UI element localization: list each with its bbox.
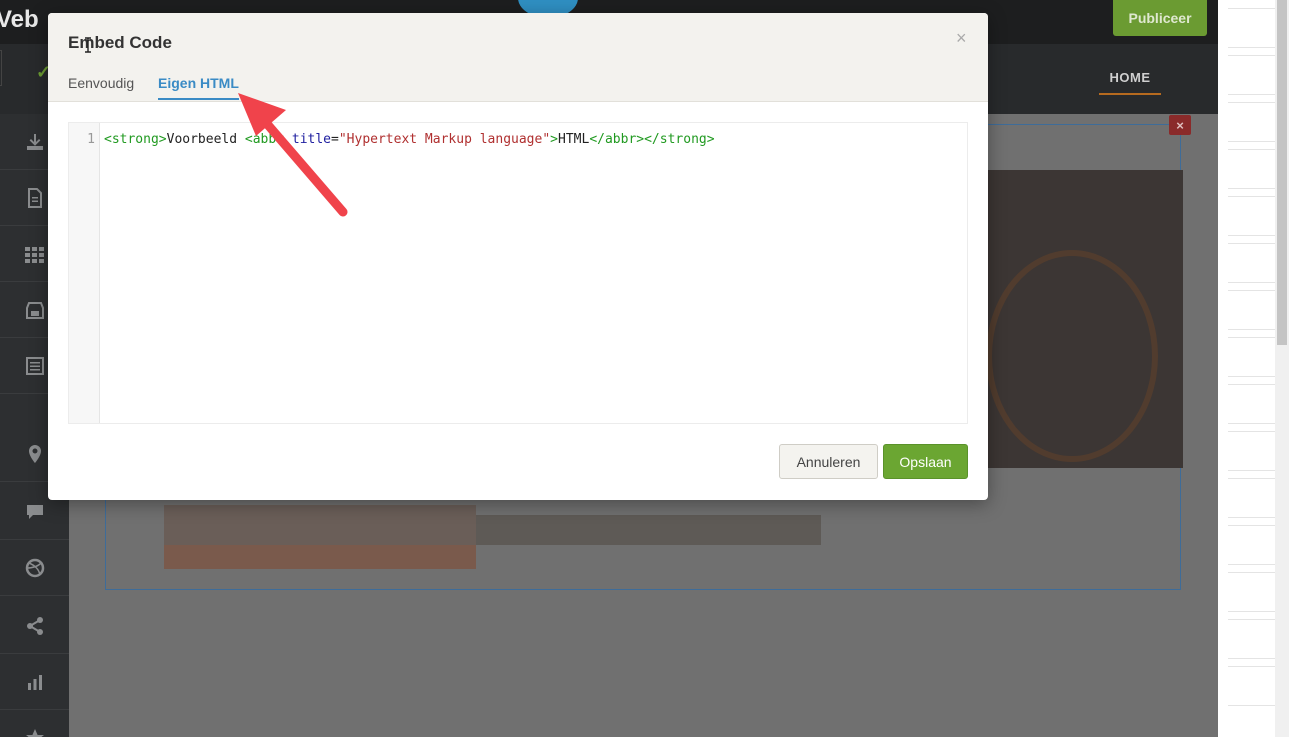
line-number: 1 [87, 132, 95, 147]
share-icon [26, 616, 43, 635]
panel-row[interactable] [1228, 572, 1280, 612]
code-editor[interactable]: 1 <strong>Voorbeeld <abbr title="Hyperte… [68, 122, 968, 424]
nav-item-home[interactable]: HOME [1099, 70, 1161, 95]
panel-row[interactable] [1228, 431, 1280, 471]
panel-row[interactable] [1228, 666, 1280, 706]
line-gutter: 1 [69, 123, 100, 423]
panel-row[interactable] [1228, 478, 1280, 518]
tab-custom-html[interactable]: Eigen HTML [158, 75, 239, 100]
tab-simple[interactable]: Eenvoudig [68, 75, 134, 98]
panel-row[interactable] [1228, 149, 1280, 189]
dribbble-icon [25, 558, 44, 577]
location-icon [28, 444, 41, 463]
scrollbar-thumb[interactable] [1277, 0, 1287, 345]
panel-row[interactable] [1228, 243, 1280, 283]
code-token: title [291, 132, 332, 147]
panel-row[interactable] [1228, 337, 1280, 377]
page-icon [27, 187, 42, 208]
sidebar-item-social[interactable] [0, 540, 69, 596]
close-icon[interactable]: × [956, 28, 967, 49]
save-button[interactable]: Opslaan [883, 444, 968, 479]
panel-row[interactable] [1228, 196, 1280, 236]
panel-row[interactable] [1228, 102, 1280, 142]
panel-row[interactable] [1228, 55, 1280, 95]
text-cursor-icon [85, 37, 91, 53]
chart-icon [27, 674, 42, 690]
panel-row[interactable] [1228, 525, 1280, 565]
dialog-header: Embed Code × Eenvoudig Eigen HTML [48, 13, 988, 102]
panel-row[interactable] [1228, 290, 1280, 330]
code-token: Voorbeeld [166, 132, 245, 147]
code-token: </strong> [644, 132, 715, 147]
store-icon [25, 301, 44, 319]
code-line[interactable]: <strong>Voorbeeld <abbr title="Hypertext… [104, 132, 715, 147]
toolbar-handle[interactable] [0, 50, 2, 86]
code-token: = [331, 132, 339, 147]
code-token: > [550, 132, 558, 147]
sidebar-item-stats[interactable] [0, 654, 69, 710]
app-logo: Veb [0, 6, 39, 33]
embed-code-dialog: Embed Code × Eenvoudig Eigen HTML 1 <str… [48, 13, 988, 500]
code-token: "Hypertext Markup language" [338, 132, 551, 147]
right-panel [1218, 0, 1303, 737]
gallery-image[interactable] [966, 170, 1183, 468]
download-icon [26, 133, 43, 150]
publish-button[interactable]: Publiceer [1113, 0, 1207, 36]
panel-row[interactable] [1228, 619, 1280, 659]
gallery-image[interactable] [164, 505, 476, 569]
code-token: </abbr> [589, 132, 645, 147]
blog-icon [25, 356, 44, 375]
code-token: <abbr [244, 132, 285, 147]
code-token: <strong> [104, 132, 167, 147]
panel-row[interactable] [1228, 384, 1280, 424]
star-icon [25, 729, 44, 737]
code-token: HTML [558, 132, 590, 147]
grid-icon [24, 246, 44, 263]
cancel-button[interactable]: Annuleren [779, 444, 878, 479]
sidebar-item-more[interactable] [0, 710, 69, 737]
comment-icon [26, 504, 43, 519]
panel-row[interactable] [1228, 8, 1280, 48]
sidebar-item-share[interactable] [0, 598, 69, 654]
delete-section-button[interactable]: × [1169, 115, 1191, 135]
